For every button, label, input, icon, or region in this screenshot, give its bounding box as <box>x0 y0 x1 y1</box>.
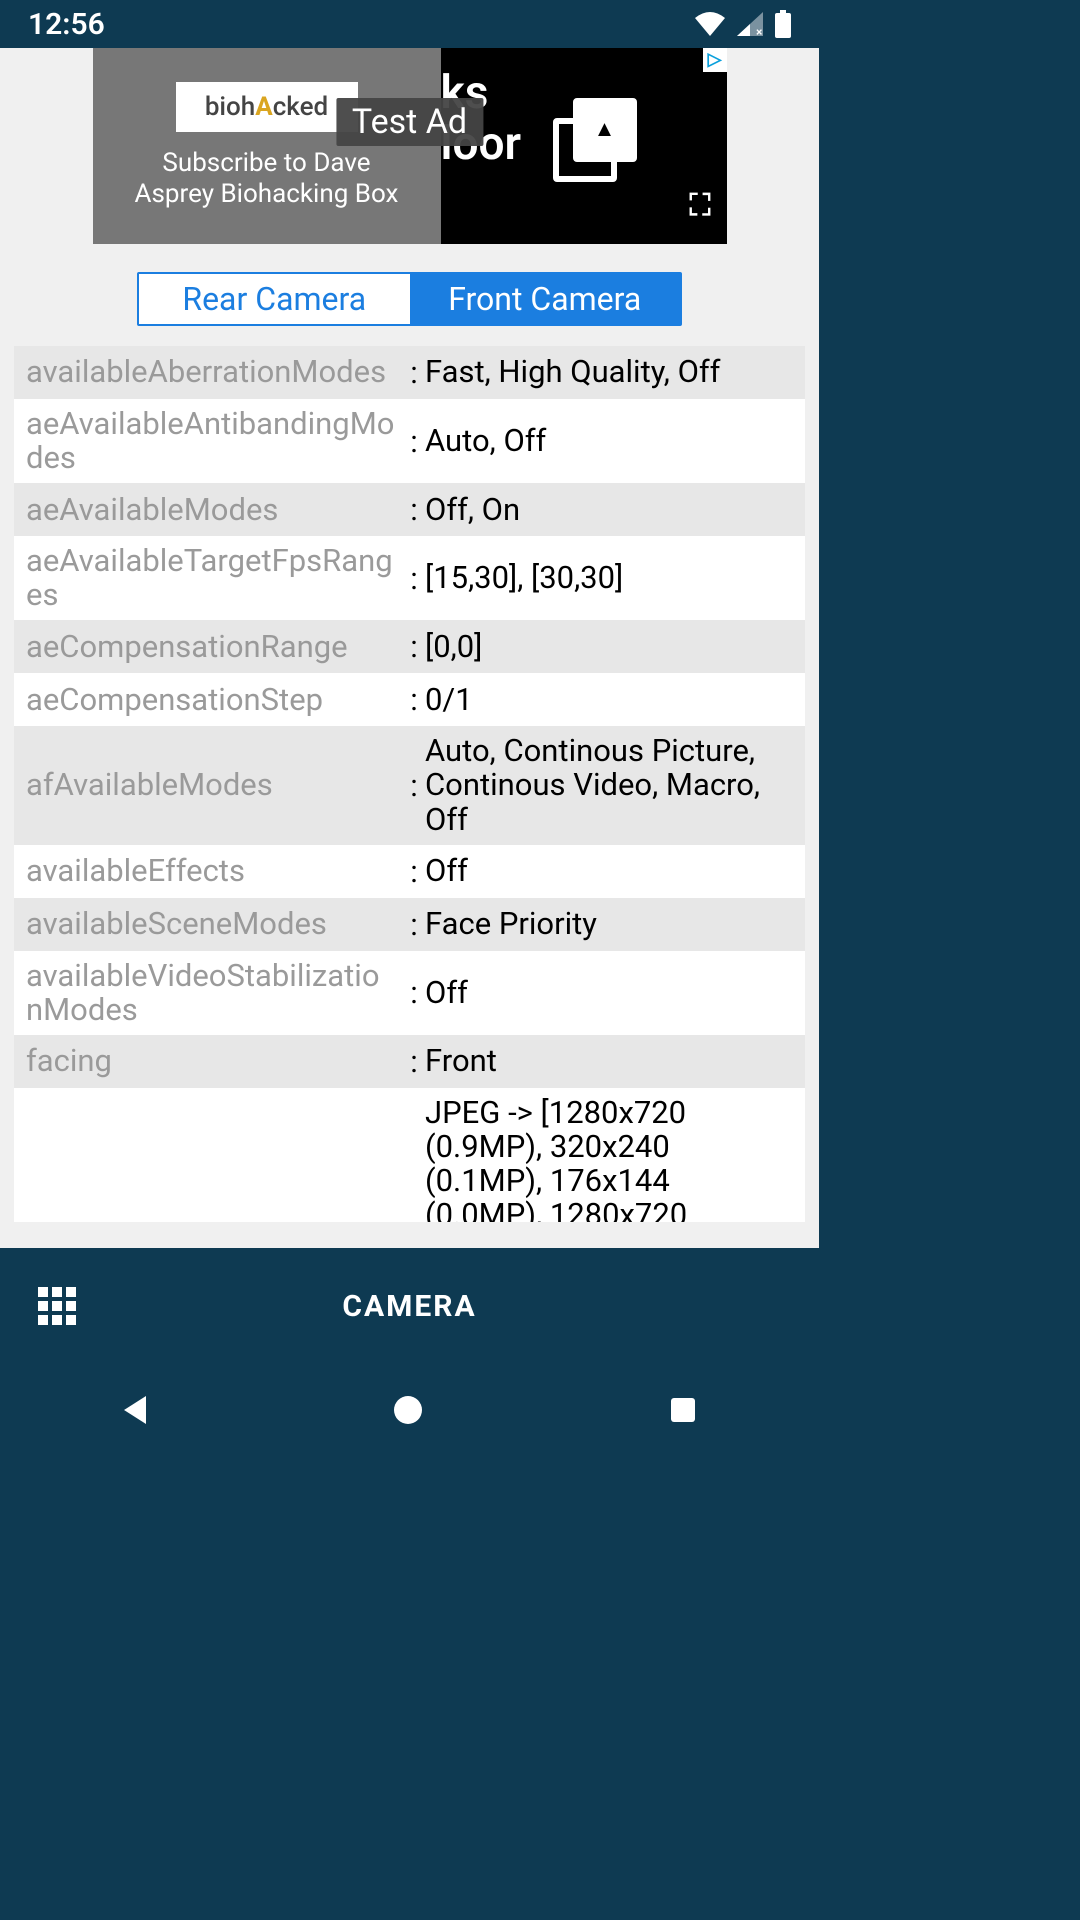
table-row: availableAberrationModes:Fast, High Qual… <box>14 346 805 399</box>
property-key: afAvailableModes <box>26 768 403 802</box>
tab-front-camera[interactable]: Front Camera <box>410 274 681 324</box>
adchoices-icon[interactable]: ▷ <box>703 48 727 72</box>
ad-subtitle-line1: Subscribe to Dave <box>135 148 399 179</box>
property-key: aeAvailableAntibandingModes <box>26 407 403 475</box>
property-key: availableVideoStabilization­Modes <box>26 959 403 1027</box>
colon: : <box>403 974 425 1011</box>
table-row: afAvailableModes:Auto, Continous Picture… <box>14 726 805 844</box>
colon: : <box>403 560 425 597</box>
ad-left-panel: biohAcked Subscribe to Dave Asprey Bioha… <box>93 48 441 244</box>
property-value: Auto, Off <box>425 424 793 458</box>
colon: : <box>403 681 425 718</box>
property-value: [15,30], [30,30] <box>425 561 793 595</box>
property-key: aeAvailableTargetFpsRanges <box>26 544 403 612</box>
ad-logo-text: bioh <box>205 92 255 122</box>
table-row: availableVideoStabilization­Modes:Off <box>14 951 805 1035</box>
property-key: availableEffects <box>26 854 403 888</box>
colon: : <box>403 1043 425 1080</box>
wifi-icon <box>695 12 725 36</box>
back-icon[interactable] <box>124 1396 146 1424</box>
table-row: aeCompensationStep:0/1 <box>14 673 805 726</box>
status-icons: × <box>695 10 791 38</box>
apps-grid-icon[interactable] <box>38 1287 76 1325</box>
ad-logo-accent: A <box>255 92 272 122</box>
signal-icon: × <box>737 12 763 36</box>
svg-text:×: × <box>756 25 762 36</box>
camera-tabs: Rear Camera Front Camera <box>137 272 682 326</box>
table-row: aeCompensationRange:[0,0] <box>14 620 805 673</box>
property-key: aeAvailableModes <box>26 493 403 527</box>
bottom-tab-camera[interactable]: CAMERA <box>0 1289 819 1324</box>
property-value: Off <box>425 854 793 888</box>
property-value: Fast, High Quality, Off <box>425 355 793 389</box>
colon: : <box>403 1214 425 1222</box>
property-key: facing <box>26 1044 403 1078</box>
colon: : <box>403 906 425 943</box>
table-row: availableEffects:Off <box>14 845 805 898</box>
battery-icon <box>775 10 791 38</box>
table-row: aeAvailableAntibandingModes:Auto, Off <box>14 399 805 483</box>
ad-right-panel: ks loor ⛶ ▷ <box>441 48 727 244</box>
property-value: 0/1 <box>425 683 793 717</box>
status-time: 12:56 <box>28 7 105 42</box>
ad-banner[interactable]: biohAcked Subscribe to Dave Asprey Bioha… <box>93 48 727 244</box>
tab-rear-camera[interactable]: Rear Camera <box>139 274 410 324</box>
camera-properties-table[interactable]: availableAberrationModes:Fast, High Qual… <box>14 346 805 1222</box>
status-bar: 12:56 × <box>0 0 819 48</box>
table-row: aeAvailableModes:Off, On <box>14 483 805 536</box>
property-value: Off <box>425 976 793 1010</box>
table-row: facing:Front <box>14 1035 805 1088</box>
colon: : <box>403 354 425 391</box>
property-value: Auto, Continous Picture, Continous Video… <box>425 734 793 836</box>
ad-subtitle: Subscribe to Dave Asprey Biohacking Box <box>135 148 399 210</box>
bottom-tab-bar: CAMERA <box>0 1248 819 1364</box>
navigation-bar <box>0 1364 819 1456</box>
gallery-icon <box>553 98 637 182</box>
home-icon[interactable] <box>394 1396 422 1424</box>
table-row: availableSceneModes:Face Priority <box>14 898 805 951</box>
table-row: :JPEG -> [1280x720 (0.9MP), 320x240 (0.1… <box>14 1088 805 1222</box>
expand-icon[interactable]: ⛶ <box>690 189 711 222</box>
ad-logo: biohAcked <box>176 82 358 132</box>
property-key: availableSceneModes <box>26 907 403 941</box>
colon: : <box>403 853 425 890</box>
property-value: Off, On <box>425 493 793 527</box>
ad-subtitle-line2: Asprey Biohacking Box <box>135 179 399 210</box>
ad-logo-text2: cked <box>273 92 328 122</box>
property-value: JPEG -> [1280x720 (0.9MP), 320x240 (0.1M… <box>425 1096 793 1222</box>
recents-icon[interactable] <box>671 1398 695 1422</box>
ad-banner-container: biohAcked Subscribe to Dave Asprey Bioha… <box>0 48 819 256</box>
property-key: availableAberrationModes <box>26 355 403 389</box>
colon: : <box>403 628 425 665</box>
table-row: aeAvailableTargetFpsRanges:[15,30], [30,… <box>14 536 805 620</box>
property-value: Face Priority <box>425 907 793 941</box>
colon: : <box>403 767 425 804</box>
colon: : <box>403 423 425 460</box>
property-value: [0,0] <box>425 630 793 664</box>
test-ad-badge: Test Ad <box>336 98 483 146</box>
property-value: Front <box>425 1044 793 1078</box>
property-key: aeCompensationRange <box>26 630 403 664</box>
property-key: aeCompensationStep <box>26 683 403 717</box>
colon: : <box>403 491 425 528</box>
